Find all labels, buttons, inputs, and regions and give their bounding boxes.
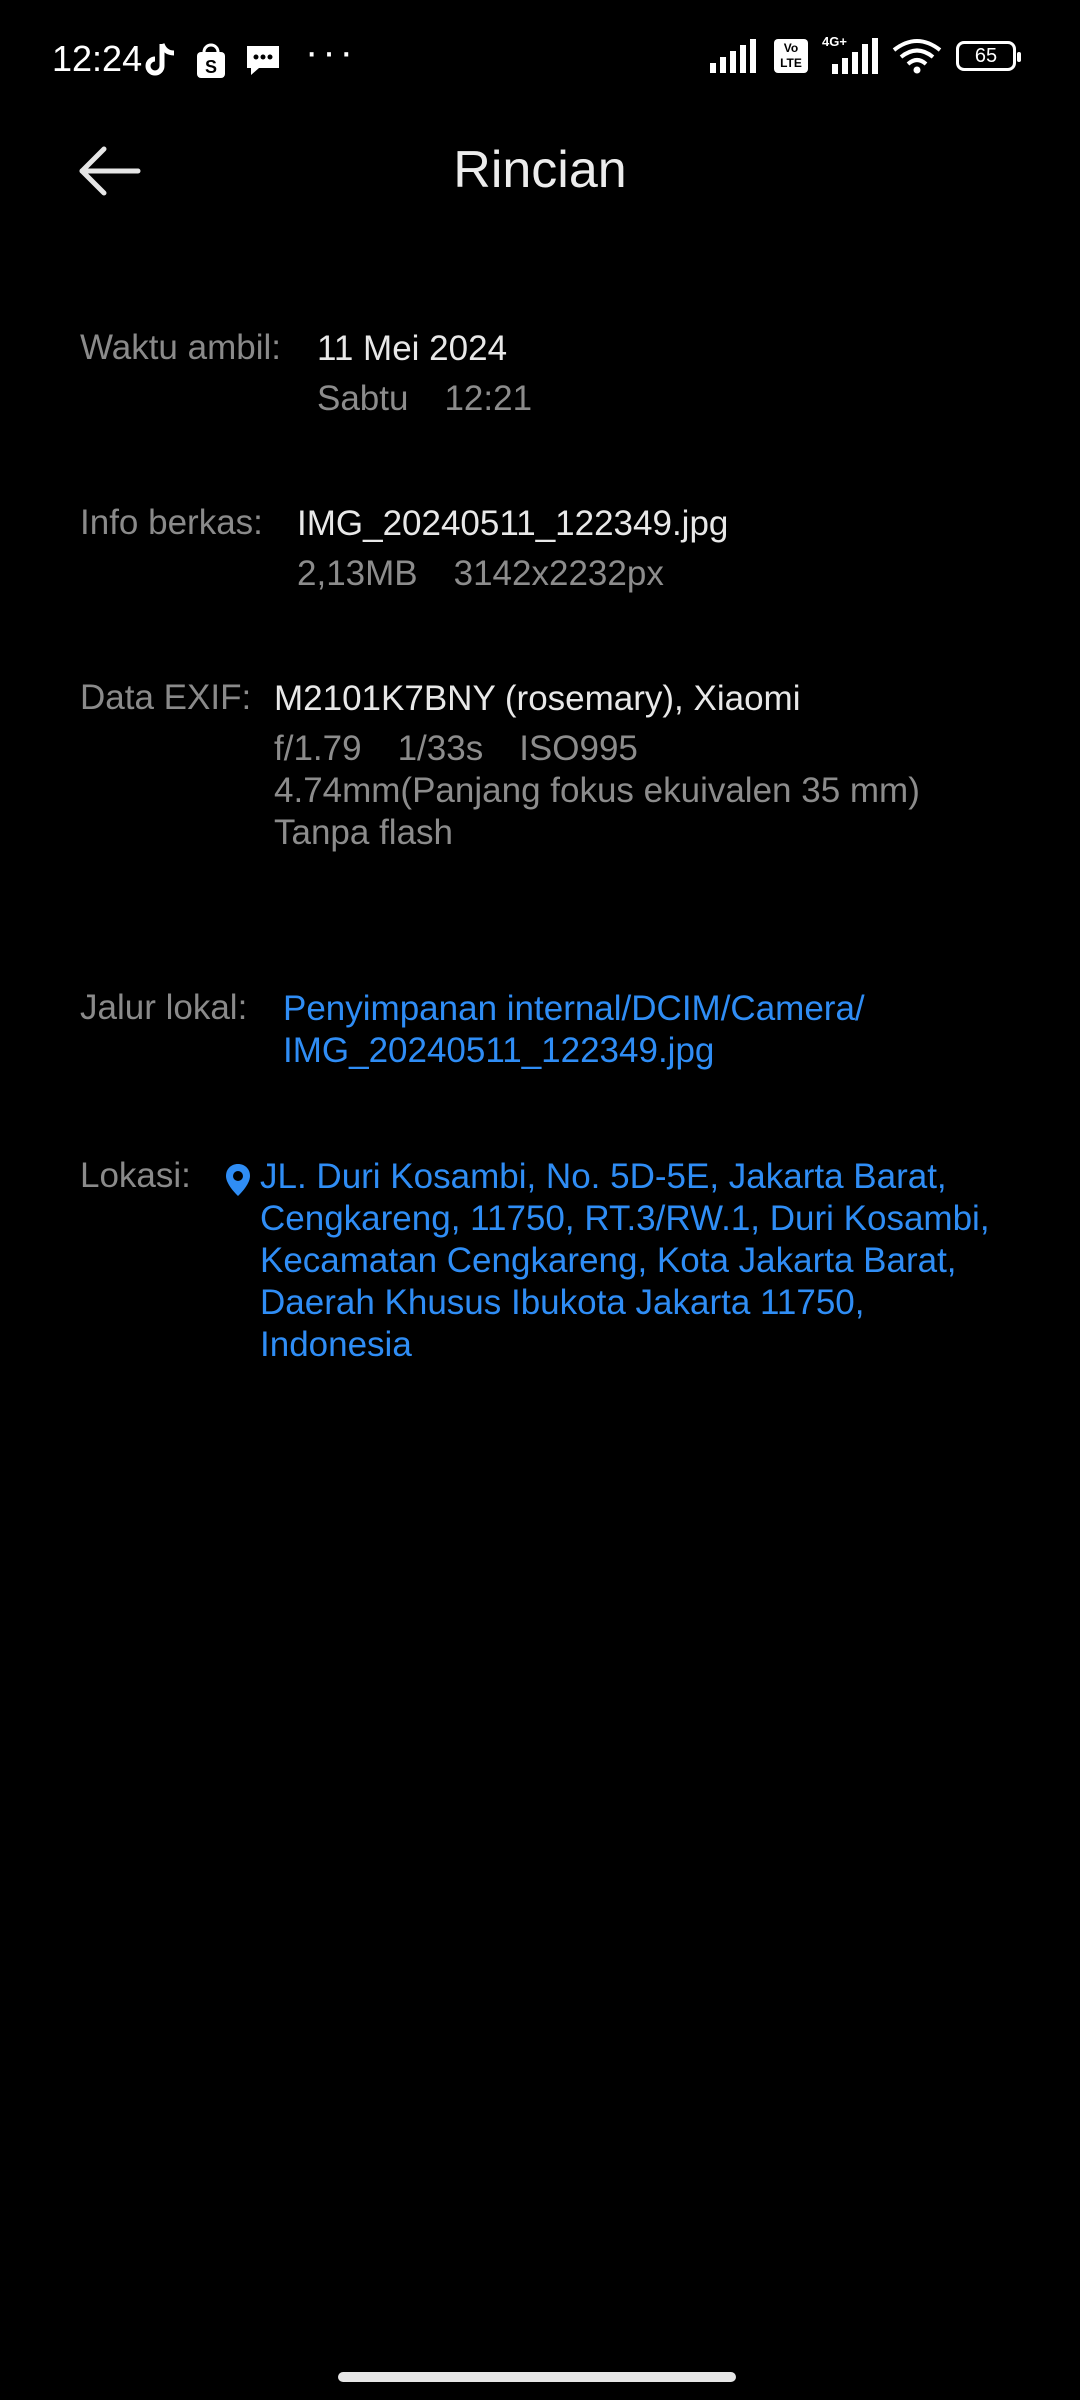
taken-time: 12:21: [444, 379, 533, 418]
location-pin-icon: [226, 1164, 250, 1196]
path-link[interactable]: Penyimpanan internal/DCIM/Camera/ IMG_20…: [283, 988, 865, 1072]
taken-day: Sabtu: [317, 379, 409, 418]
file-label: Info berkas:: [80, 503, 263, 542]
location-label: Lokasi:: [80, 1156, 191, 1195]
tiktok-icon: [142, 40, 178, 80]
file-name: IMG_20240511_122349.jpg: [297, 504, 729, 543]
location-line: Daerah Khusus Ibukota Jakarta 11750,: [260, 1283, 865, 1322]
home-indicator[interactable]: [338, 2372, 736, 2382]
page-title: Rincian: [453, 141, 627, 199]
more-notifications-icon: ···: [305, 30, 357, 74]
status-time: 12:24: [52, 38, 143, 79]
taken-date: 11 Mei 2024: [317, 329, 508, 368]
file-size: 2,13MB: [297, 554, 418, 593]
path-line-1: Penyimpanan internal/DCIM/Camera/: [283, 989, 865, 1028]
shopping-bag-icon: S: [194, 40, 228, 80]
exif-value: M2101K7BNY (rosemary), Xiaomi f/1.79 1/3…: [274, 678, 920, 854]
volte-icon: Vo LTE: [774, 39, 808, 73]
taken-label: Waktu ambil:: [80, 328, 281, 367]
signal-icon: [710, 39, 756, 73]
file-resolution: 3142x2232px: [453, 554, 664, 593]
status-bar: 12:24 S ··· Vo LTE 4G+ 65: [0, 0, 1080, 120]
taken-value: 11 Mei 2024 Sabtu 12:21: [317, 328, 532, 420]
exif-aperture: f/1.79: [274, 729, 362, 768]
location-line: Kecamatan Cengkareng, Kota Jakarta Barat…: [260, 1241, 957, 1280]
location-line: Cengkareng, 11750, RT.3/RW.1, Duri Kosam…: [260, 1199, 990, 1238]
exif-label: Data EXIF:: [80, 678, 252, 717]
exif-iso: ISO995: [519, 729, 638, 768]
exif-flash: Tanpa flash: [274, 813, 454, 852]
status-right-cluster: Vo LTE 4G+ 65: [710, 34, 1021, 74]
path-line-2: IMG_20240511_122349.jpg: [283, 1031, 715, 1070]
svg-text:S: S: [205, 57, 217, 77]
file-value: IMG_20240511_122349.jpg 2,13MB 3142x2232…: [297, 503, 728, 595]
path-label: Jalur lokal:: [80, 988, 248, 1027]
battery-icon: 65: [956, 41, 1021, 71]
exif-device: M2101K7BNY (rosemary), Xiaomi: [274, 679, 801, 718]
location-line: Indonesia: [260, 1325, 412, 1364]
exif-shutter: 1/33s: [397, 729, 484, 768]
exif-focal: 4.74mm(Panjang fokus ekuivalen 35 mm): [274, 771, 920, 810]
location-link[interactable]: JL. Duri Kosambi, No. 5D-5E, Jakarta Bar…: [260, 1156, 990, 1366]
signal-4g-icon: 4G+: [822, 34, 878, 74]
message-icon: [244, 40, 282, 80]
location-line: JL. Duri Kosambi, No. 5D-5E, Jakarta Bar…: [260, 1157, 947, 1196]
wifi-icon: [892, 39, 942, 74]
